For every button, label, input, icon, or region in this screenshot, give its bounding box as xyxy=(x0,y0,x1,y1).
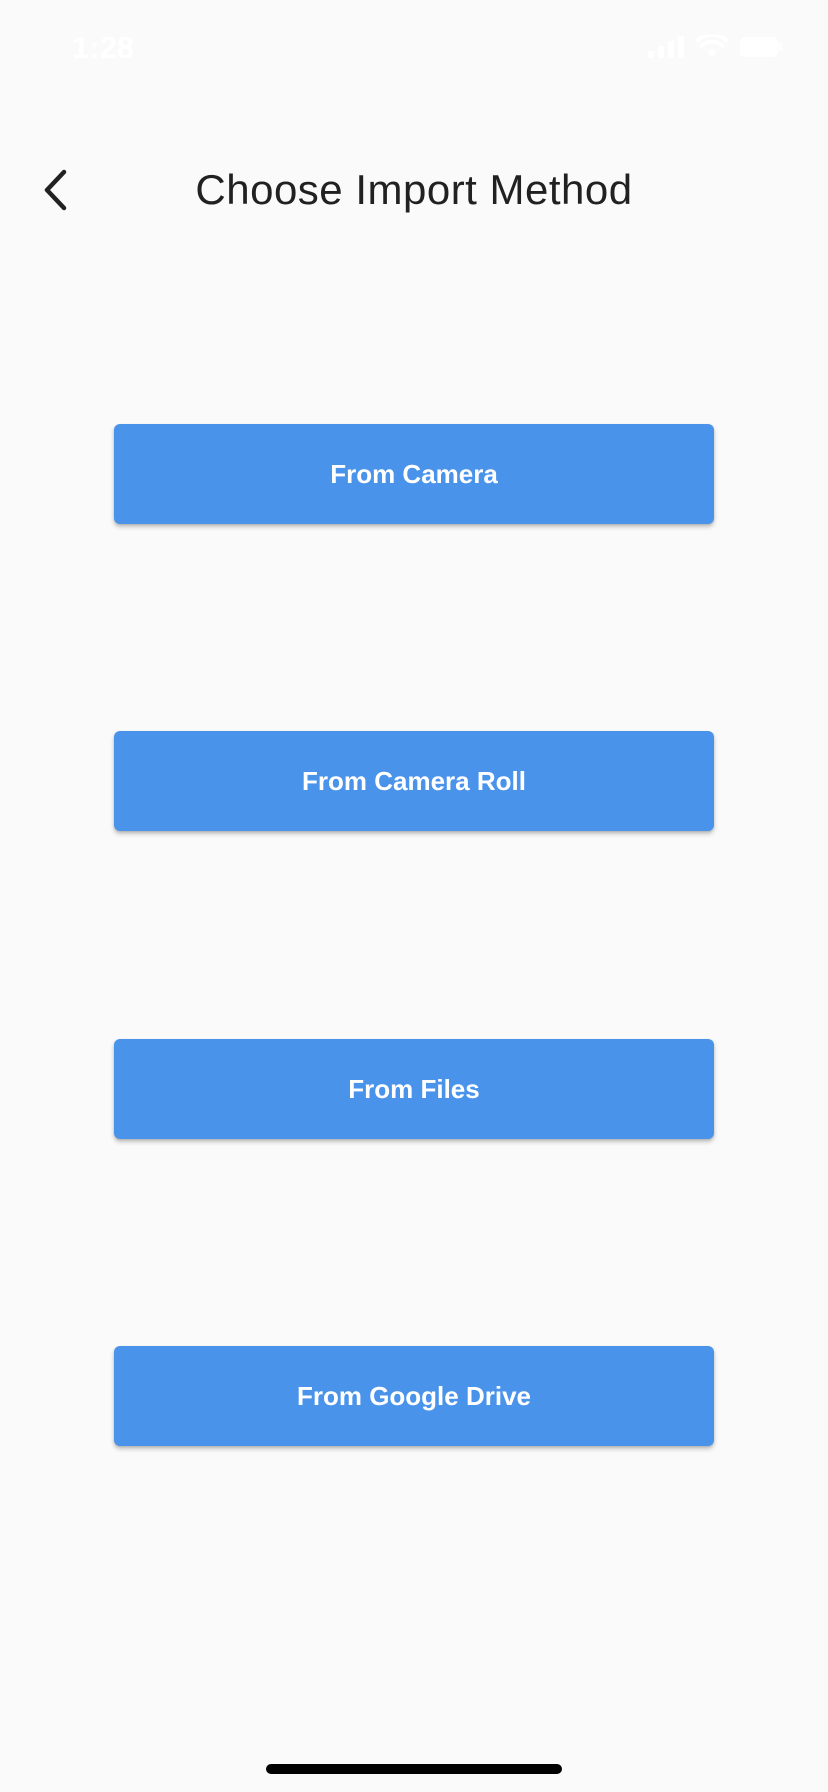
from-files-button[interactable]: From Files xyxy=(114,1039,714,1139)
navigation-bar: Choose Import Method xyxy=(0,130,828,254)
home-indicator xyxy=(266,1764,562,1774)
from-camera-roll-button[interactable]: From Camera Roll xyxy=(114,731,714,831)
signal-icon xyxy=(648,35,684,63)
status-time: 1:28 xyxy=(72,30,135,65)
wifi-icon xyxy=(695,32,729,64)
status-icons xyxy=(648,32,782,64)
status-bar: 1:28 xyxy=(0,0,828,100)
from-google-drive-button[interactable]: From Google Drive xyxy=(114,1346,714,1446)
battery-icon xyxy=(740,36,782,62)
page-title: Choose Import Method xyxy=(195,166,633,213)
from-camera-button[interactable]: From Camera xyxy=(114,424,714,524)
